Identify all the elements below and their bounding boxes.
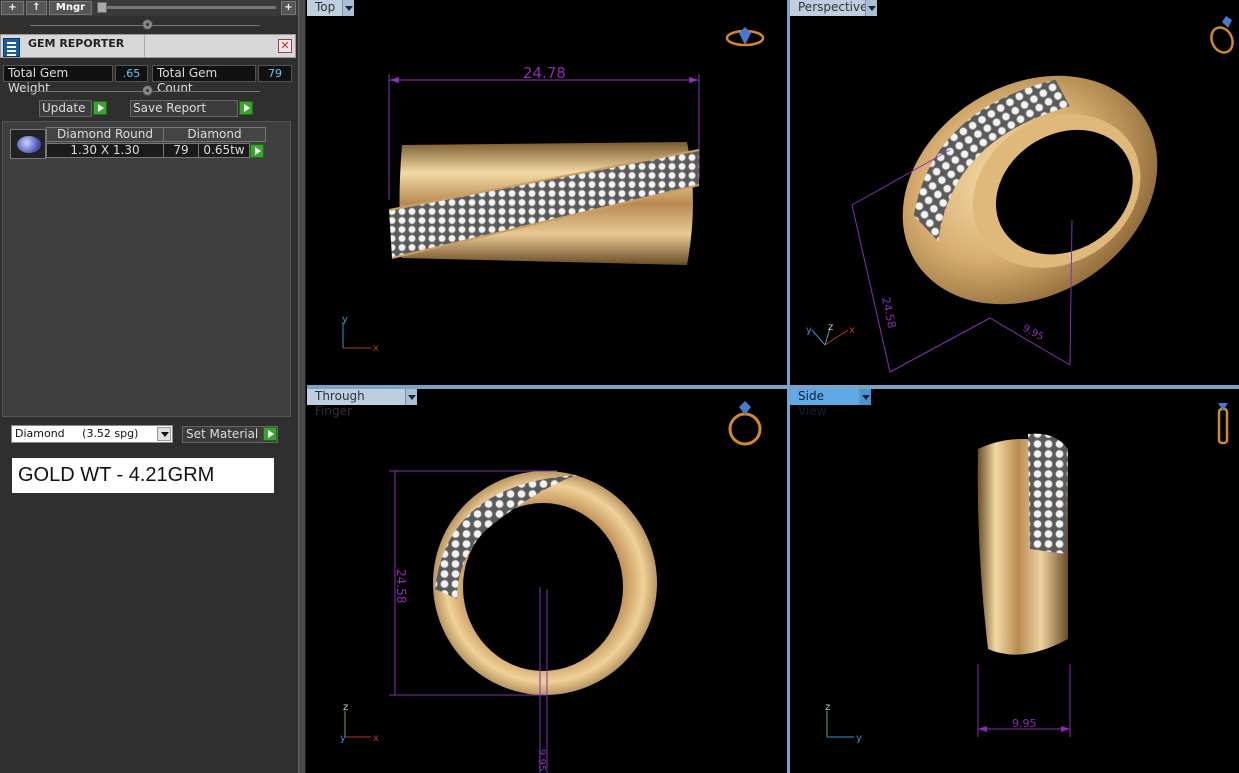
add-button[interactable]: + <box>1 1 24 15</box>
close-icon[interactable]: ✕ <box>278 39 292 53</box>
panel-toolbar: + ↑ Mngr + <box>0 0 298 16</box>
tab-top[interactable]: Top <box>307 0 343 16</box>
gem-reporter-title: GEM REPORTER <box>28 37 125 50</box>
gem-count-cell: 79 <box>163 143 199 158</box>
gem-reporter-panel: + ↑ Mngr + GEM REPORTER ✕ Total Gem Weig… <box>0 0 298 773</box>
finger-dimension-label: 24.58 <box>394 569 408 603</box>
report-icon <box>3 38 20 57</box>
side-axis-y: y <box>856 733 862 744</box>
total-gem-weight-value: .65 <box>115 65 148 82</box>
top-view-render: 24.78 y x <box>342 27 765 354</box>
tab-top-chevron-icon[interactable] <box>342 0 354 16</box>
gem-reporter-header: GEM REPORTER ✕ <box>0 34 296 58</box>
gem-size-cell: 1.30 X 1.30 <box>46 143 164 158</box>
top-axis-x: x <box>373 343 379 354</box>
diamond-icon <box>10 129 46 159</box>
finger-axis-z: z <box>343 702 348 713</box>
perspective-dimension-b: 9.95 <box>1021 323 1046 343</box>
header-separator <box>144 35 145 57</box>
collapse-handle-2[interactable] <box>142 85 153 96</box>
ring-top-view-icon[interactable] <box>725 27 765 47</box>
tab-perspective[interactable]: Perspective <box>790 0 868 16</box>
panel-splitter[interactable] <box>298 0 306 773</box>
perspective-axis-x: x <box>849 325 855 336</box>
gem-shape-header: Diamond Round <box>46 127 164 142</box>
viewport-top[interactable]: 24.78 y x Top <box>307 0 787 385</box>
save-report-button[interactable]: Save Report <box>130 100 238 117</box>
gold-weight-note: GOLD WT - 4.21GRM <box>12 458 274 493</box>
material-select-value: Diamond (3.52 spg) <box>15 427 139 440</box>
update-button[interactable]: Update <box>39 100 92 117</box>
viewport-through-finger[interactable]: 24.58 9.95 z y x Through Finger <box>307 389 787 773</box>
total-gem-weight-label: Total Gem Weight <box>3 65 113 95</box>
gem-row-go-icon[interactable] <box>250 144 264 158</box>
side-dimension-label: 9.95 <box>1012 717 1037 730</box>
tab-side-view[interactable]: Side View <box>790 389 860 418</box>
ring-perspective-icon[interactable] <box>1207 16 1236 56</box>
up-arrow-button[interactable]: ↑ <box>26 1 47 15</box>
ring-front-view-icon[interactable] <box>728 401 762 446</box>
total-gem-count-label: Total Gem Count <box>152 65 256 95</box>
perspective-axis-y: y <box>806 325 812 336</box>
perspective-dimension-a: 24.58 <box>879 296 898 330</box>
material-select[interactable]: Diamond (3.52 spg) <box>11 425 173 443</box>
save-report-go-icon[interactable] <box>239 101 253 115</box>
side-view-render: 9.95 z y <box>825 403 1229 744</box>
viewport-perspective[interactable]: 24.58 9.95 y z x Perspective <box>790 0 1239 385</box>
chevron-down-icon[interactable] <box>157 427 171 441</box>
tab-side-view-chevron-icon[interactable] <box>859 389 871 405</box>
manager-button[interactable]: Mngr <box>49 1 92 15</box>
finger-dimension-b-label: 9.95 <box>536 749 547 771</box>
tab-perspective-chevron-icon[interactable] <box>865 0 877 16</box>
collapse-handle[interactable] <box>142 19 153 30</box>
set-material-go-icon[interactable] <box>263 427 277 441</box>
through-finger-view-render: 24.58 9.95 z y x <box>340 401 762 773</box>
gem-weight-cell: 0.65tw <box>198 143 250 158</box>
tab-through-finger[interactable]: Through Finger <box>307 389 405 418</box>
gem-list: Diamond Round Diamond 1.30 X 1.30 79 0.6… <box>2 121 291 417</box>
update-go-icon[interactable] <box>93 101 107 115</box>
expand-plus-button[interactable]: + <box>281 1 296 15</box>
gem-material-header: Diamond <box>163 127 266 142</box>
toolbar-slider-handle[interactable] <box>97 2 107 13</box>
top-axis-y: y <box>342 314 348 325</box>
side-axis-z: z <box>825 702 830 713</box>
finger-axis-y: y <box>340 733 346 744</box>
ring-side-view-icon[interactable] <box>1217 403 1229 445</box>
perspective-view-render: 24.58 9.95 y z x <box>806 16 1236 373</box>
top-dimension-label: 24.78 <box>523 64 566 82</box>
perspective-axis-z: z <box>828 322 833 333</box>
tab-through-finger-chevron-icon[interactable] <box>405 389 417 405</box>
finger-axis-x: x <box>373 733 379 744</box>
toolbar-slider-track[interactable] <box>98 6 276 9</box>
viewport-side[interactable]: 9.95 z y Side View <box>790 389 1239 773</box>
total-gem-count-value: 79 <box>258 65 292 82</box>
